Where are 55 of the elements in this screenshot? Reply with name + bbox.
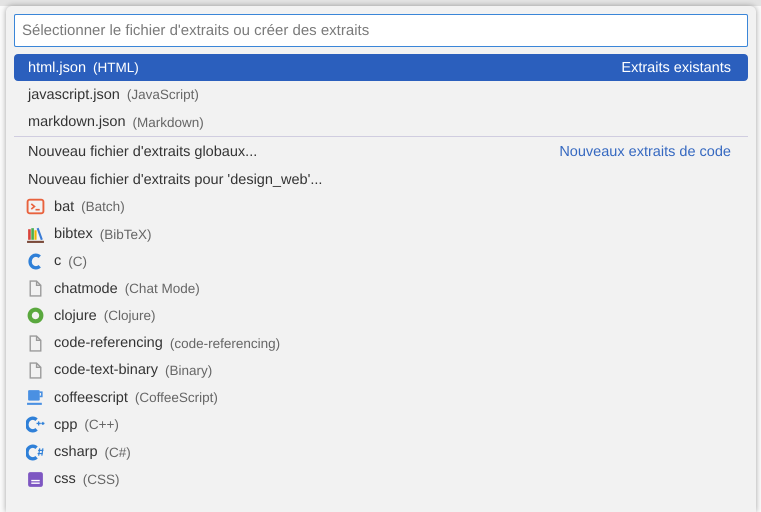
list-item[interactable]: css (CSS) — [14, 466, 748, 493]
item-name: bat — [54, 198, 74, 215]
item-description: (Batch) — [81, 199, 125, 214]
list-item[interactable]: clojure (Clojure) — [14, 302, 748, 330]
item-name: clojure — [54, 308, 97, 324]
item-name: code-referencing — [54, 335, 163, 352]
list-item[interactable]: Nouveau fichier d'extraits globaux... Nouveaux extraits de code — [14, 138, 748, 166]
item-name: csharp — [54, 444, 98, 460]
cpp-icon — [26, 415, 45, 434]
group-label: Nouveaux extraits de code — [559, 144, 731, 160]
item-description: (CSS) — [82, 472, 120, 487]
item-description: (JavaScript) — [126, 87, 199, 102]
list-item[interactable]: code-text-binary (Binary) — [14, 356, 748, 384]
item-description: (CoffeeScript) — [134, 390, 218, 406]
item-name: Nouveau fichier d'extraits pour 'design_web'... — [28, 172, 322, 188]
group-label: Extraits existants — [621, 60, 731, 76]
search-field[interactable]: Sélectionner le fichier d'extraits ou créer des extraits — [14, 14, 748, 47]
item-name: c — [54, 253, 62, 270]
item-description: (Binary) — [164, 362, 212, 378]
item-description: (C#) — [104, 444, 131, 460]
item-name: markdown.json — [28, 114, 126, 130]
list-item[interactable]: chatmode (Chat Mode) — [14, 275, 748, 302]
item-description: (C++) — [84, 417, 119, 432]
css-icon — [26, 470, 45, 489]
list-item[interactable]: bat (Batch) — [14, 193, 748, 220]
item-name: cpp — [54, 416, 78, 433]
item-name: css — [54, 471, 76, 488]
list-item[interactable]: javascript.json (JavaScript) — [14, 81, 748, 108]
list-item[interactable]: bibtex (BibTeX) — [14, 220, 748, 248]
list-item[interactable]: Nouveau fichier d'extraits pour 'design_web'... — [14, 166, 748, 194]
list-item[interactable]: coffeescript (CoffeeScript) — [14, 384, 748, 412]
list-item[interactable]: code-referencing (code-referencing) — [14, 330, 748, 357]
list-item[interactable]: markdown.json (Markdown) — [14, 108, 748, 136]
cup-icon — [26, 388, 45, 408]
item-name: html.json — [28, 60, 86, 76]
circle-logo-icon — [26, 306, 45, 326]
item-description: (Chat Mode) — [124, 281, 200, 296]
list-item[interactable]: c (C) — [14, 248, 748, 275]
item-name: Nouveau fichier d'extraits globaux... — [28, 144, 258, 160]
item-description: (BibTeX) — [100, 226, 152, 242]
item-description: (Clojure) — [104, 308, 156, 324]
terminal-icon — [26, 197, 45, 216]
item-description: (code-referencing) — [170, 336, 280, 351]
item-name: bibtex — [54, 226, 93, 242]
csharp-icon — [26, 442, 45, 462]
item-name: chatmode — [54, 280, 118, 297]
item-name: coffeescript — [54, 390, 128, 406]
list-item[interactable]: cpp (C++) — [14, 411, 748, 438]
list-item[interactable]: html.json (HTML) Extraits existants — [14, 54, 748, 82]
list-item[interactable]: csharp (C#) — [14, 438, 748, 466]
item-description: (Markdown) — [132, 114, 204, 130]
item-name: code-text-binary — [54, 362, 158, 378]
item-name: javascript.json — [28, 86, 120, 103]
item-description: (C) — [68, 254, 87, 269]
item-description: (HTML) — [93, 60, 139, 76]
